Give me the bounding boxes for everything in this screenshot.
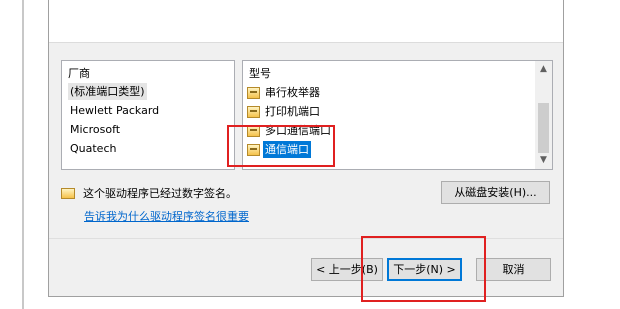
manufacturer-item-hewlett-packard[interactable]: Hewlett Packard bbox=[68, 102, 161, 119]
manufacturer-item-label: Quatech bbox=[70, 142, 117, 155]
model-item-printer-port[interactable]: 打印机端口 bbox=[247, 103, 322, 120]
driver-signature-row: 这个驱动程序已经过数字签名。 bbox=[61, 185, 237, 201]
highlight-communications-port bbox=[227, 125, 335, 167]
manufacturer-item-label: Microsoft bbox=[70, 123, 121, 136]
model-item-serial-enumerator[interactable]: 串行枚举器 bbox=[247, 84, 322, 101]
manufacturer-item-microsoft[interactable]: Microsoft bbox=[68, 121, 122, 138]
certificate-icon bbox=[61, 187, 75, 199]
driver-signature-text: 这个驱动程序已经过数字签名。 bbox=[83, 187, 237, 200]
manufacturer-item-label: Hewlett Packard bbox=[70, 104, 160, 117]
scroll-up-arrow-icon[interactable]: ▲ bbox=[535, 61, 552, 78]
scrollbar-thumb[interactable] bbox=[538, 103, 549, 153]
manufacturer-list-header: 厂商 bbox=[68, 67, 90, 80]
scroll-down-arrow-icon[interactable]: ▼ bbox=[535, 152, 552, 169]
dialog-header-area bbox=[49, 0, 563, 43]
manufacturer-item-standard-port-types[interactable]: (标准端口类型) bbox=[68, 83, 147, 100]
model-item-label: 串行枚举器 bbox=[265, 86, 320, 99]
signature-info-link[interactable]: 告诉我为什么驱动程序签名很重要 bbox=[84, 208, 249, 224]
have-disk-button[interactable]: 从磁盘安装(H)... bbox=[441, 181, 550, 204]
cancel-button[interactable]: 取消 bbox=[476, 258, 551, 281]
port-icon bbox=[247, 105, 260, 118]
model-list-scrollbar[interactable]: ▲ ▼ bbox=[535, 61, 552, 169]
manufacturer-item-label: (标准端口类型) bbox=[70, 85, 145, 98]
model-list-header: 型号 bbox=[249, 67, 271, 80]
port-icon bbox=[247, 86, 260, 99]
manufacturer-item-quatech[interactable]: Quatech bbox=[68, 140, 118, 157]
background-window-edge bbox=[22, 0, 24, 309]
model-item-label: 打印机端口 bbox=[265, 105, 320, 118]
highlight-next-button bbox=[361, 236, 486, 302]
manufacturer-list[interactable]: 厂商 (标准端口类型) Hewlett Packard Microsoft Qu… bbox=[61, 60, 235, 170]
